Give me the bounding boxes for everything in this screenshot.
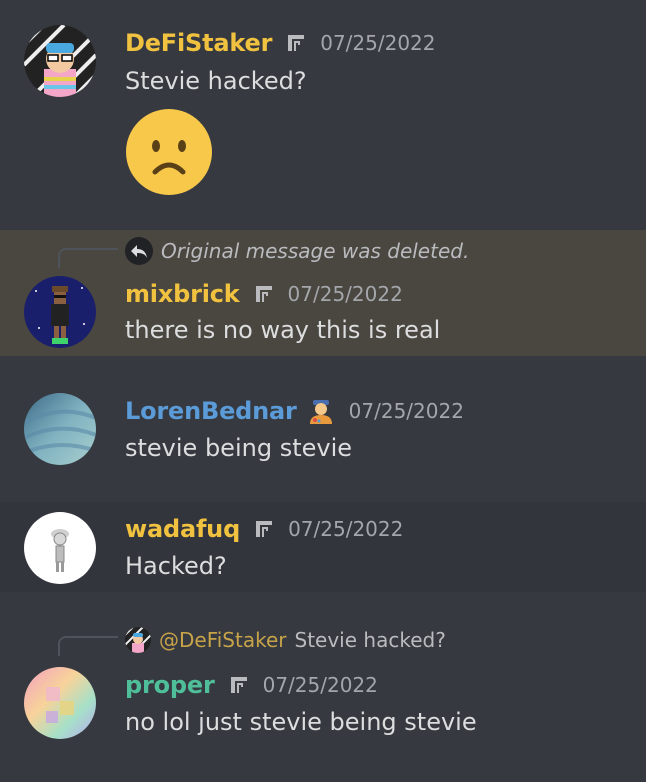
message-item[interactable]: Original message was deleted. mixbrick 0… xyxy=(0,230,646,356)
avatar[interactable] xyxy=(24,393,96,465)
server-boost-icon[interactable] xyxy=(254,519,274,539)
message-text: there is no way this is real xyxy=(125,316,441,344)
timestamp[interactable]: 07/25/2022 xyxy=(320,31,435,55)
username[interactable]: proper xyxy=(125,671,215,699)
server-boost-icon[interactable] xyxy=(286,33,306,53)
avatar[interactable] xyxy=(125,627,151,653)
reply-preview[interactable]: Original message was deleted. xyxy=(125,236,469,266)
chat-message-list: DeFiStaker 07/25/2022 Stevie hacked? Ori… xyxy=(0,0,646,782)
message-text: no lol just stevie being stevie xyxy=(125,708,477,736)
reply-spine xyxy=(58,248,118,268)
message-text: Hacked? xyxy=(125,552,227,580)
message-item[interactable]: LorenBednar 07/25/2022 stevie being stev… xyxy=(0,356,646,502)
avatar[interactable] xyxy=(24,276,96,348)
server-boost-icon[interactable] xyxy=(254,284,274,304)
reply-spine xyxy=(58,636,118,656)
message-item[interactable]: wadafuq 07/25/2022 Hacked? xyxy=(0,502,646,592)
timestamp[interactable]: 07/25/2022 xyxy=(349,399,464,423)
frowning-face-emoji[interactable] xyxy=(125,108,213,196)
timestamp[interactable]: 07/25/2022 xyxy=(263,673,378,697)
reply-preview[interactable]: @DeFiStaker Stevie hacked? xyxy=(125,625,446,655)
username[interactable]: mixbrick xyxy=(125,280,240,308)
reply-text[interactable]: Stevie hacked? xyxy=(295,628,446,652)
username[interactable]: wadafuq xyxy=(125,515,240,543)
timestamp[interactable]: 07/25/2022 xyxy=(288,517,403,541)
reply-arrow-icon xyxy=(125,237,153,265)
message-text: stevie being stevie xyxy=(125,434,353,462)
message-text: Stevie hacked? xyxy=(125,67,307,95)
username[interactable]: LorenBednar xyxy=(125,397,297,425)
server-boost-icon[interactable] xyxy=(229,675,249,695)
message-item[interactable]: DeFiStaker 07/25/2022 Stevie hacked? xyxy=(0,0,646,230)
avatar[interactable] xyxy=(24,667,96,739)
avatar[interactable] xyxy=(24,512,96,584)
username[interactable]: DeFiStaker xyxy=(125,29,272,57)
message-item[interactable]: @DeFiStaker Stevie hacked? proper 07/25/… xyxy=(0,592,646,782)
avatar[interactable] xyxy=(24,25,96,97)
reply-mention[interactable]: @DeFiStaker xyxy=(159,628,287,652)
deleted-reply-text: Original message was deleted. xyxy=(161,239,470,263)
timestamp[interactable]: 07/25/2022 xyxy=(288,282,403,306)
artist-emoji[interactable] xyxy=(307,397,335,425)
